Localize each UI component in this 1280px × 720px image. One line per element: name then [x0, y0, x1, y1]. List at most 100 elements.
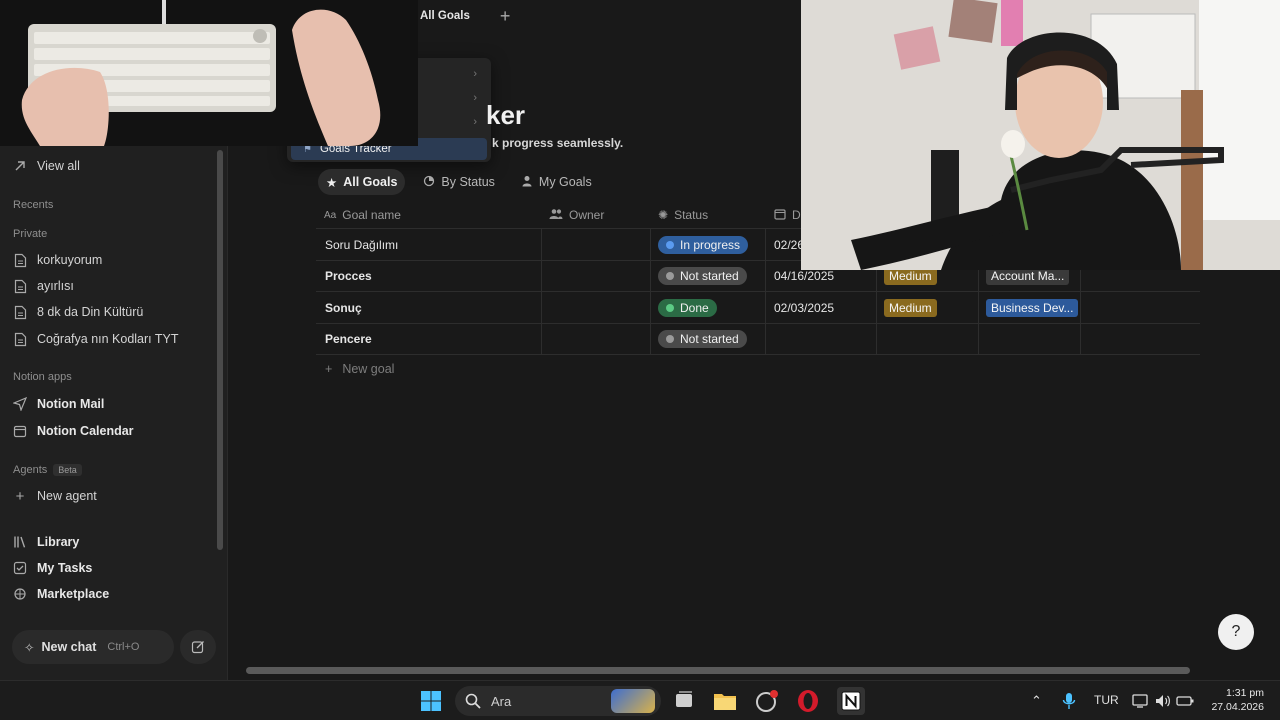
clock-date: 27.04.2026 [1211, 701, 1264, 713]
horizontal-scrollbar[interactable] [246, 667, 1190, 674]
keyboard-video-frame [0, 0, 418, 146]
category-cell[interactable]: Business Dev... [986, 297, 1079, 319]
new-goal-label: New goal [342, 362, 395, 376]
microphone-icon[interactable] [1057, 689, 1081, 713]
file-explorer-icon[interactable] [713, 689, 737, 713]
column-goal-name[interactable]: Aa Goal name [324, 204, 401, 226]
column-divider [541, 228, 542, 354]
page-icon [12, 331, 28, 347]
view-my-goals[interactable]: My Goals [513, 169, 600, 195]
goal-name-cell[interactable]: Sonuç [325, 297, 362, 319]
column-label: Owner [569, 208, 605, 222]
recents-heading: Recents [13, 199, 54, 211]
date-cell[interactable]: 02/26 [774, 234, 804, 256]
column-divider [978, 270, 979, 354]
task-view-icon[interactable] [672, 689, 696, 713]
search-placeholder: Ara [491, 693, 512, 709]
column-divider [876, 270, 877, 354]
notion-app-icon[interactable] [837, 687, 865, 715]
people-icon [549, 208, 563, 223]
app-icon-chat[interactable] [755, 689, 779, 713]
library-icon [12, 534, 28, 550]
goal-name-cell[interactable]: Pencere [325, 328, 372, 350]
date-cell[interactable]: 02/03/2025 [774, 297, 834, 319]
column-label: Goal name [342, 208, 401, 222]
new-goal-button[interactable]: + New goal [325, 362, 394, 376]
sparkle-icon: ✧ [24, 640, 35, 655]
opera-browser-icon[interactable] [796, 689, 820, 713]
view-all-label: View all [37, 159, 80, 173]
system-clock[interactable]: 1:31 pm 27.04.2026 [1204, 686, 1264, 714]
row-divider [316, 291, 1200, 292]
status-cell[interactable]: Not started [658, 265, 747, 287]
new-chat-button[interactable]: ✧ New chat Ctrl+O [12, 630, 174, 664]
compose-button[interactable] [180, 630, 216, 664]
windows-start-icon[interactable] [419, 689, 443, 713]
column-date[interactable]: D [774, 204, 801, 226]
sidebar-page-1[interactable]: korkuyorum [12, 252, 102, 268]
help-button[interactable]: ? [1218, 614, 1254, 650]
sidebar-page-2[interactable]: ayırlısı [12, 278, 74, 294]
priority-cell[interactable]: Medium [884, 297, 937, 319]
column-label: Status [674, 208, 709, 222]
view-by-status[interactable]: By Status [415, 169, 503, 195]
row-divider [316, 354, 1200, 355]
arrow-up-right-icon [12, 158, 28, 174]
sidebar-notion-calendar[interactable]: Notion Calendar [12, 423, 134, 439]
column-status[interactable]: ✺ Status [658, 204, 708, 226]
sidebar-my-tasks[interactable]: My Tasks [12, 560, 92, 576]
status-label: Not started [680, 269, 739, 283]
column-divider [765, 228, 766, 354]
chevron-right-icon[interactable]: › [473, 68, 477, 80]
chevron-right-icon[interactable]: › [473, 116, 477, 128]
person-icon [521, 175, 533, 190]
sidebar-marketplace[interactable]: Marketplace [12, 586, 109, 602]
agents-heading: Agents Beta [13, 464, 82, 476]
calendar-icon [12, 423, 28, 439]
page-icon [12, 278, 28, 294]
goal-name-cell[interactable]: Procces [325, 265, 372, 287]
status-spinner-icon: ✺ [658, 208, 669, 222]
view-tabbar: All Goals + [420, 0, 510, 32]
sidebar-notion-mail[interactable]: Notion Mail [12, 396, 104, 412]
goal-name-cell[interactable]: Soru Dağılımı [325, 234, 398, 256]
notion-calendar-label: Notion Calendar [37, 424, 134, 438]
sidebar-scrollbar[interactable] [217, 150, 223, 550]
network-icon[interactable] [1129, 689, 1153, 713]
checkbox-icon [12, 560, 28, 576]
tray-overflow-icon[interactable]: ⌃ [1031, 693, 1042, 709]
plus-icon: + [15, 487, 25, 505]
priority-tag: Medium [884, 299, 937, 317]
marketplace-icon [12, 586, 28, 602]
sidebar-library[interactable]: Library [12, 534, 79, 550]
tab-all-goals[interactable]: All Goals [420, 10, 470, 22]
view-all-goals[interactable]: ★ All Goals [318, 169, 406, 195]
sidebar-page-4[interactable]: Coğrafya nın Kodları TYT [12, 331, 179, 347]
sidebar-view-all[interactable]: View all [12, 158, 80, 174]
sidebar-new-agent[interactable]: + New agent [12, 487, 97, 505]
volume-icon[interactable] [1151, 689, 1175, 713]
status-pill: Done [658, 299, 717, 317]
page-title: ker [486, 100, 526, 130]
compose-icon [191, 641, 204, 654]
notion-mail-label: Notion Mail [37, 397, 105, 411]
add-tab-button[interactable]: + [500, 6, 511, 27]
status-pill: Not started [658, 330, 747, 348]
column-owner[interactable]: Owner [549, 204, 604, 226]
status-cell[interactable]: In progress [658, 234, 749, 256]
page-label: 8 dk da Din Kültürü [37, 305, 144, 319]
category-tag: Business Dev... [986, 299, 1079, 317]
search-highlight-icon [611, 689, 655, 713]
status-cell[interactable]: Done [658, 297, 717, 319]
my-tasks-label: My Tasks [37, 561, 93, 575]
private-heading: Private [13, 228, 48, 240]
sidebar-page-3[interactable]: 8 dk da Din Kültürü [12, 304, 143, 320]
new-chat-shortcut: Ctrl+O [107, 641, 140, 653]
view-label: By Status [441, 175, 495, 189]
status-dot [666, 335, 674, 343]
status-cell[interactable]: Not started [658, 328, 747, 350]
taskbar-search[interactable]: Ara [455, 686, 661, 716]
language-indicator[interactable]: TUR [1094, 693, 1119, 707]
chevron-right-icon[interactable]: › [473, 92, 477, 104]
battery-icon[interactable] [1173, 689, 1197, 713]
